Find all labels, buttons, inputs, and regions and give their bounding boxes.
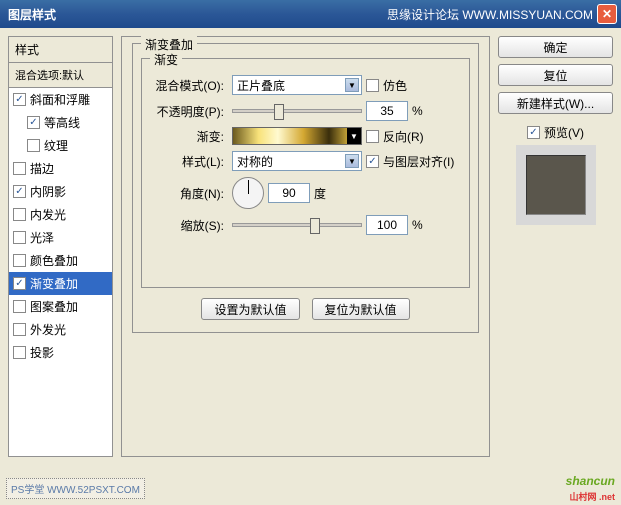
style-item-label: 内阴影 (30, 183, 66, 200)
style-item-label: 图案叠加 (30, 298, 78, 315)
align-checkbox[interactable] (366, 155, 379, 168)
style-combo[interactable]: 对称的 ▼ (232, 151, 362, 171)
preview-label: 预览(V) (544, 124, 584, 141)
style-item[interactable]: 渐变叠加 (9, 272, 112, 295)
style-item-label: 斜面和浮雕 (30, 91, 90, 108)
reset-default-button[interactable]: 复位为默认值 (312, 298, 410, 320)
angle-dial[interactable] (232, 177, 264, 209)
style-label: 样式(L): (150, 153, 228, 170)
group-gradient-overlay: 渐变叠加 渐变 混合模式(O): 正片叠底 ▼ 仿色 不透明度(P): % (132, 43, 479, 333)
watermark-sub: 山村网 .net (566, 490, 615, 503)
center-panel: 渐变叠加 渐变 混合模式(O): 正片叠底 ▼ 仿色 不透明度(P): % (121, 36, 490, 457)
titlebar: 图层样式 思缘设计论坛 WWW.MISSYUAN.COM ✕ (0, 0, 621, 28)
styles-header[interactable]: 样式 (9, 37, 112, 63)
style-checkbox[interactable] (13, 208, 26, 221)
style-checkbox[interactable] (13, 346, 26, 359)
dither-label: 仿色 (383, 77, 407, 94)
style-item-label: 纹理 (44, 137, 68, 154)
opacity-slider[interactable] (232, 109, 362, 113)
style-item[interactable]: 图案叠加 (9, 295, 112, 318)
blend-options-row[interactable]: 混合选项:默认 (9, 63, 112, 88)
style-checkbox[interactable] (13, 185, 26, 198)
reverse-label: 反向(R) (383, 128, 424, 145)
style-item[interactable]: 光泽 (9, 226, 112, 249)
style-checkbox[interactable] (13, 162, 26, 175)
preview-thumbnail (526, 155, 586, 215)
style-checkbox[interactable] (13, 277, 26, 290)
style-checkbox[interactable] (13, 93, 26, 106)
window-title: 图层样式 (8, 6, 56, 23)
ok-button[interactable]: 确定 (498, 36, 613, 58)
opacity-label: 不透明度(P): (150, 103, 228, 120)
styles-list: 样式 混合选项:默认 斜面和浮雕等高线纹理描边内阴影内发光光泽颜色叠加渐变叠加图… (8, 36, 113, 457)
style-item[interactable]: 纹理 (9, 134, 112, 157)
style-item-label: 外发光 (30, 321, 66, 338)
style-item-label: 投影 (30, 344, 54, 361)
style-item[interactable]: 等高线 (9, 111, 112, 134)
style-item[interactable]: 投影 (9, 341, 112, 364)
style-item[interactable]: 外发光 (9, 318, 112, 341)
footer: PS学堂 WWW.52PSXT.COM shancun 山村网 .net (0, 465, 621, 505)
angle-label: 角度(N): (150, 185, 228, 202)
style-item[interactable]: 斜面和浮雕 (9, 88, 112, 111)
blend-mode-label: 混合模式(O): (150, 77, 228, 94)
group-gradient: 渐变 混合模式(O): 正片叠底 ▼ 仿色 不透明度(P): % (141, 58, 470, 288)
opacity-unit: % (412, 104, 423, 118)
blend-mode-value: 正片叠底 (237, 77, 285, 94)
watermark-right: shancun 山村网 .net (566, 469, 615, 503)
style-item[interactable]: 内发光 (9, 203, 112, 226)
scale-label: 缩放(S): (150, 217, 228, 234)
angle-unit: 度 (314, 185, 326, 202)
style-item-label: 渐变叠加 (30, 275, 78, 292)
style-item-label: 等高线 (44, 114, 80, 131)
style-checkbox[interactable] (27, 139, 40, 152)
opacity-input[interactable] (366, 101, 408, 121)
chevron-down-icon: ▼ (345, 78, 359, 92)
dialog-body: 样式 混合选项:默认 斜面和浮雕等高线纹理描边内阴影内发光光泽颜色叠加渐变叠加图… (0, 28, 621, 465)
style-item-label: 光泽 (30, 229, 54, 246)
scale-slider[interactable] (232, 223, 362, 227)
new-style-button[interactable]: 新建样式(W)... (498, 92, 613, 114)
style-checkbox[interactable] (13, 254, 26, 267)
style-checkbox[interactable] (13, 231, 26, 244)
style-item-label: 颜色叠加 (30, 252, 78, 269)
style-value: 对称的 (237, 153, 273, 170)
scale-unit: % (412, 218, 423, 232)
reverse-checkbox[interactable] (366, 130, 379, 143)
style-checkbox[interactable] (27, 116, 40, 129)
cancel-button[interactable]: 复位 (498, 64, 613, 86)
style-checkbox[interactable] (13, 323, 26, 336)
preview-checkbox[interactable] (527, 126, 540, 139)
titlebar-credit: 思缘设计论坛 WWW.MISSYUAN.COM (387, 6, 593, 23)
style-item-label: 内发光 (30, 206, 66, 223)
right-panel: 确定 复位 新建样式(W)... 预览(V) (498, 36, 613, 457)
style-item[interactable]: 颜色叠加 (9, 249, 112, 272)
dither-checkbox[interactable] (366, 79, 379, 92)
gradient-label: 渐变: (150, 128, 228, 145)
group-inner-label: 渐变 (150, 51, 182, 68)
style-item[interactable]: 内阴影 (9, 180, 112, 203)
style-checkbox[interactable] (13, 300, 26, 313)
scale-input[interactable] (366, 215, 408, 235)
gradient-picker[interactable]: ▼ (232, 127, 362, 145)
style-item[interactable]: 描边 (9, 157, 112, 180)
chevron-down-icon: ▼ (345, 154, 359, 168)
angle-input[interactable] (268, 183, 310, 203)
align-label: 与图层对齐(I) (383, 153, 454, 170)
blend-mode-combo[interactable]: 正片叠底 ▼ (232, 75, 362, 95)
close-button[interactable]: ✕ (597, 4, 617, 24)
watermark-left: PS学堂 WWW.52PSXT.COM (6, 478, 145, 499)
style-item-label: 描边 (30, 160, 54, 177)
chevron-down-icon: ▼ (347, 128, 361, 144)
watermark-brand: shancun (566, 474, 615, 488)
titlebar-right: 思缘设计论坛 WWW.MISSYUAN.COM ✕ (387, 4, 617, 24)
make-default-button[interactable]: 设置为默认值 (201, 298, 299, 320)
